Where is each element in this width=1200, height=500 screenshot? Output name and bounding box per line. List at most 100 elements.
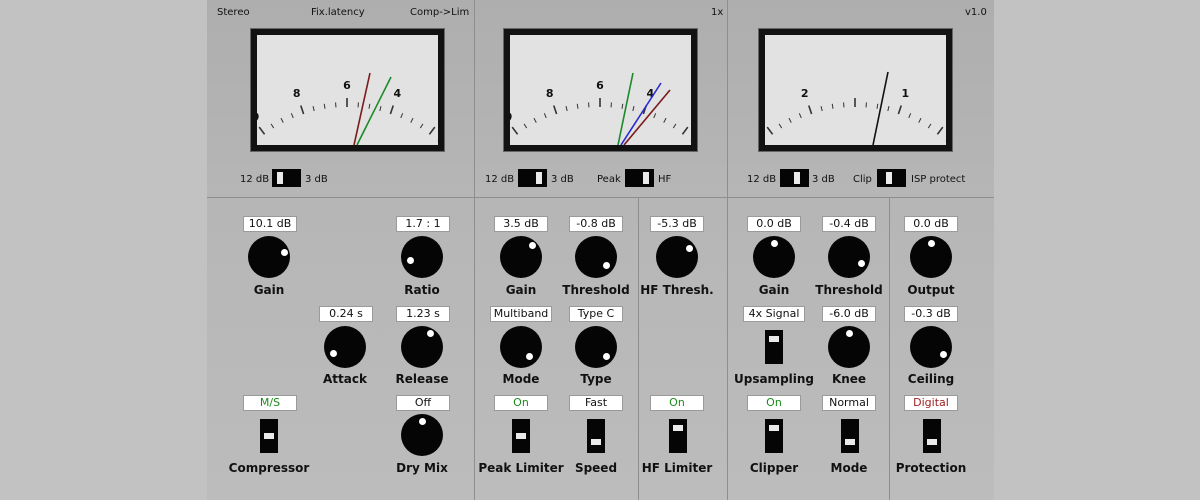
lim-mode-value[interactable]: Multiband xyxy=(490,306,552,322)
divider-top-2 xyxy=(727,0,728,198)
meter3-mode-left-label: Clip xyxy=(853,174,872,185)
out-protection-value[interactable]: Digital xyxy=(904,395,958,411)
divider-bottom-2 xyxy=(638,198,639,500)
comp-ratio-knob[interactable] xyxy=(401,236,443,278)
lim-threshold-value[interactable]: -0.8 dB xyxy=(569,216,623,232)
meter-scale-label: 10 xyxy=(257,111,259,124)
lim-type-knob[interactable] xyxy=(575,326,617,368)
comp-drymix-value[interactable]: Off xyxy=(396,395,450,411)
peak-limiter-switch[interactable] xyxy=(512,419,530,453)
meter3-range-switch[interactable] xyxy=(780,169,809,187)
meter2-range-right-label: 3 dB xyxy=(551,174,574,185)
meter-face-background xyxy=(765,35,946,145)
out-output-value[interactable]: 0.0 dB xyxy=(904,216,958,232)
meter1-range-switch[interactable] xyxy=(272,169,301,187)
divider-bottom-4 xyxy=(889,198,890,500)
clipper-switch[interactable] xyxy=(765,419,783,453)
comp-release-knob[interactable] xyxy=(401,326,443,368)
clip-knee-knob[interactable] xyxy=(828,326,870,368)
divider-horizontal xyxy=(207,197,994,198)
out-ceiling-label: Ceiling xyxy=(907,372,955,386)
meter-scale-label: 4 xyxy=(393,87,401,100)
out-ceiling-knob[interactable] xyxy=(910,326,952,368)
oversample-label[interactable]: 1x xyxy=(711,7,723,18)
vu-meter-limiter: 121086420 xyxy=(503,28,698,152)
clip-upsampling-value[interactable]: 4x Signal xyxy=(743,306,805,322)
meter1-range-left-label: 12 dB xyxy=(240,174,270,185)
protection-switch[interactable] xyxy=(923,419,941,453)
vu-meter-compressor: 121086420 xyxy=(250,28,445,152)
clip-knee-value[interactable]: -6.0 dB xyxy=(822,306,876,322)
version-label: v1.0 xyxy=(965,7,987,18)
protection-label: Protection xyxy=(895,461,967,475)
divider-bottom-3 xyxy=(727,198,728,500)
lim-threshold-knob[interactable] xyxy=(575,236,617,278)
out-ceiling-value[interactable]: -0.3 dB xyxy=(904,306,958,322)
comp-attack-value[interactable]: 0.24 s xyxy=(319,306,373,322)
speed-switch[interactable] xyxy=(587,419,605,453)
lim-type-value[interactable]: Type C xyxy=(569,306,623,322)
meter-scale-label: 8 xyxy=(293,87,301,100)
comp-gain-value[interactable]: 10.1 dB xyxy=(243,216,297,232)
comp-gain-label: Gain xyxy=(253,283,285,297)
clip-enable-value[interactable]: On xyxy=(747,395,801,411)
out-output-knob[interactable] xyxy=(910,236,952,278)
compressor-label: Compressor xyxy=(228,461,310,475)
meter-scale-label: 1 xyxy=(901,87,909,100)
lim-gain-value[interactable]: 3.5 dB xyxy=(494,216,548,232)
comp-release-value[interactable]: 1.23 s xyxy=(396,306,450,322)
meter1-range-right-label: 3 dB xyxy=(305,174,328,185)
hf-thresh-knob[interactable] xyxy=(656,236,698,278)
meter2-mode-switch[interactable] xyxy=(625,169,654,187)
comp-drymix-label: Dry Mix xyxy=(396,461,448,475)
comp-attack-knob[interactable] xyxy=(324,326,366,368)
lim-type-label: Type xyxy=(580,372,612,386)
hf-enable-value[interactable]: On xyxy=(650,395,704,411)
meter3-mode-switch[interactable] xyxy=(877,169,906,187)
compressor-switch[interactable] xyxy=(260,419,278,453)
upsampling-switch[interactable] xyxy=(765,330,783,364)
vu-meter-clipper-face: 3210 xyxy=(765,35,946,145)
comp-lim-label[interactable]: Comp->Lim xyxy=(410,7,469,18)
comp-release-label: Release xyxy=(395,372,449,386)
plugin-panel: Stereo Fix.latency Comp->Lim 1x v1.0 1 2 1… xyxy=(207,0,994,500)
comp-gain-knob[interactable] xyxy=(248,236,290,278)
clip-gain-knob[interactable] xyxy=(753,236,795,278)
vu-meter-clipper: 3210 xyxy=(758,28,953,152)
hf-limiter-switch[interactable] xyxy=(669,419,687,453)
meter3-range-right-label: 3 dB xyxy=(812,174,835,185)
hf-thresh-value[interactable]: -5.3 dB xyxy=(650,216,704,232)
meter3-range-left-label: 12 dB xyxy=(747,174,777,185)
vu-meter-limiter-face: 121086420 xyxy=(510,35,691,145)
clip-mode-switch[interactable] xyxy=(841,419,859,453)
lim-mode-knob[interactable] xyxy=(500,326,542,368)
stereo-label[interactable]: Stereo xyxy=(217,7,250,18)
lim-enable-value[interactable]: On xyxy=(494,395,548,411)
meter2-range-switch[interactable] xyxy=(518,169,547,187)
clip-gain-value[interactable]: 0.0 dB xyxy=(747,216,801,232)
hf-limiter-label: HF Limiter xyxy=(641,461,713,475)
out-output-label: Output xyxy=(907,283,955,297)
hf-thresh-label: HF Thresh. xyxy=(640,283,714,297)
clip-threshold-value[interactable]: -0.4 dB xyxy=(822,216,876,232)
clip-mode-value[interactable]: Normal xyxy=(822,395,876,411)
fix-latency-label[interactable]: Fix.latency xyxy=(311,7,365,18)
meter2-mode-right-label: HF xyxy=(658,174,672,185)
comp-ratio-label: Ratio xyxy=(404,283,440,297)
meter-scale-label: 6 xyxy=(343,79,351,92)
clip-threshold-knob[interactable] xyxy=(828,236,870,278)
comp-mode-value[interactable]: M/S xyxy=(243,395,297,411)
comp-drymix-knob[interactable] xyxy=(401,414,443,456)
meter2-mode-left-label: Peak xyxy=(597,174,621,185)
lim-gain-knob[interactable] xyxy=(500,236,542,278)
meter-scale-label: 10 xyxy=(510,111,512,124)
comp-ratio-value[interactable]: 1.7 : 1 xyxy=(396,216,450,232)
meter3-mode-right-label: ISP protect xyxy=(911,174,966,185)
meter-scale-label: 6 xyxy=(596,79,604,92)
divider-top-1 xyxy=(474,0,475,198)
meter-scale-label: 2 xyxy=(801,87,809,100)
meter2-range-left-label: 12 dB xyxy=(485,174,515,185)
divider-bottom-1 xyxy=(474,198,475,500)
lim-speed-value[interactable]: Fast xyxy=(569,395,623,411)
vu-meter-compressor-face: 121086420 xyxy=(257,35,438,145)
